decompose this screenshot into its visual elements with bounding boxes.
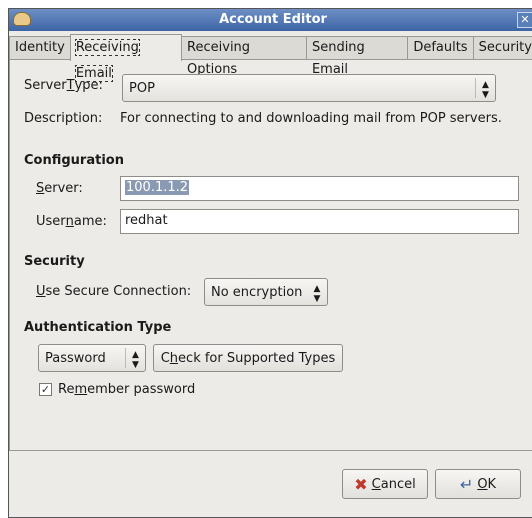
app-icon	[13, 12, 31, 26]
server-label: Server:	[36, 181, 83, 196]
configuration-heading: Configuration	[24, 153, 124, 168]
secure-connection-label: Use Secure Connection:	[36, 284, 192, 299]
close-icon[interactable]: ✕	[517, 12, 532, 28]
username-label: User n ame:	[36, 214, 107, 229]
security-heading: Security	[24, 254, 85, 269]
tab-receiving-email[interactable]: Receiving Email	[69, 34, 183, 82]
cancel-icon: ✖	[354, 474, 368, 494]
server-type-select[interactable]: POP ▲ ▼	[122, 74, 496, 102]
tab-security[interactable]: Security	[472, 36, 532, 60]
username-input[interactable]: redhat	[120, 209, 519, 234]
auth-type-select[interactable]: Password ▲ ▼	[38, 344, 146, 372]
server-type-value: POP	[129, 80, 155, 96]
updown-arrow-icon: ▲ ▼	[313, 284, 321, 304]
ok-button[interactable]: ↵ OK	[435, 469, 521, 499]
tab-defaults[interactable]: Defaults	[407, 36, 474, 60]
account-editor-window: Account Editor ✕ Identity Receiving Emai…	[8, 8, 532, 518]
server-value: 100.1.1.2	[125, 180, 190, 195]
title-bar[interactable]: Account Editor ✕	[9, 9, 532, 31]
remember-password-checkbox[interactable]: ✓ Re m ember password	[39, 382, 195, 397]
auth-type-value: Password	[45, 350, 106, 366]
authentication-heading: Authentication Type	[24, 320, 172, 335]
username-value: redhat	[125, 213, 168, 228]
secure-connection-select[interactable]: No encryption ▲ ▼	[204, 278, 328, 306]
window-title: Account Editor	[219, 12, 327, 27]
check-supported-types-button[interactable]: Check for Supported Types	[153, 344, 343, 372]
ok-icon: ↵	[459, 474, 474, 494]
tab-bar: Identity Receiving Email Receiving Optio…	[9, 34, 532, 82]
updown-arrow-icon: ▲ ▼	[125, 348, 145, 370]
updown-arrow-icon: ▲ ▼	[475, 78, 495, 100]
tab-sending-email[interactable]: Sending Email	[305, 36, 409, 77]
checkmark-icon: ✓	[39, 383, 52, 396]
tab-page: Server Type: POP▲▼ Description: For conn…	[9, 59, 532, 451]
tab-receiving-options[interactable]: Receiving Options	[181, 36, 307, 77]
description-label: Description:	[24, 111, 103, 126]
cancel-button[interactable]: ✖ Cancel	[342, 469, 428, 499]
tab-identity[interactable]: Identity	[9, 36, 71, 60]
server-input[interactable]: 100.1.1.2	[120, 176, 519, 201]
description-text: For connecting to and downloading mail f…	[120, 111, 502, 126]
secure-connection-value: No encryption	[211, 284, 303, 300]
